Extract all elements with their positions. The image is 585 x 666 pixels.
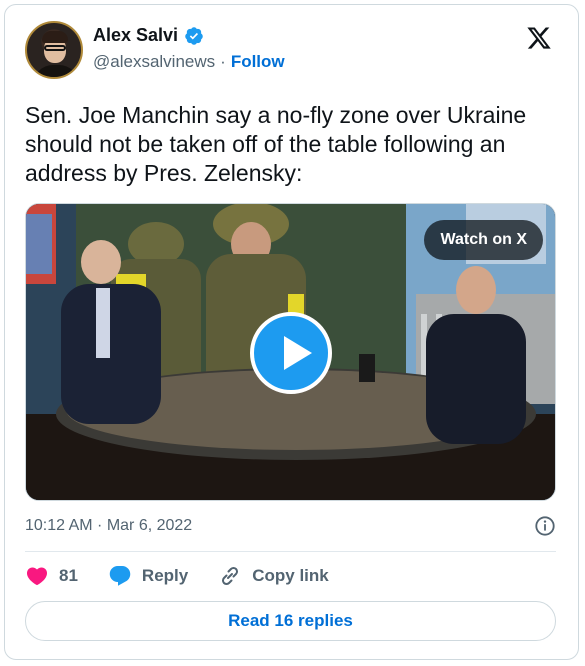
name-row: Alex Salvi xyxy=(93,25,204,46)
copy-link-button[interactable]: Copy link xyxy=(218,564,329,588)
separator-dot: · xyxy=(220,52,226,71)
tweet-meta: 10:12 AM · Mar 6, 2022 xyxy=(25,513,556,539)
avatar-hair xyxy=(42,31,68,43)
like-count: 81 xyxy=(59,566,78,585)
verified-badge-icon xyxy=(185,26,203,45)
avatar[interactable] xyxy=(25,21,83,79)
x-logo-icon[interactable] xyxy=(526,25,552,51)
play-icon[interactable] xyxy=(250,312,332,394)
action-bar: 81 Reply Copy link xyxy=(25,561,359,591)
video-player[interactable]: Watch on X xyxy=(25,203,556,501)
divider xyxy=(25,551,556,552)
follow-button[interactable]: Follow xyxy=(231,52,285,72)
reply-label: Reply xyxy=(141,566,189,585)
avatar-shirt xyxy=(33,65,79,77)
like-button[interactable]: 81 xyxy=(25,564,78,588)
reply-bubble-icon xyxy=(109,566,131,586)
author-handle[interactable]: @alexsalvinews xyxy=(93,52,215,72)
link-icon xyxy=(222,566,239,586)
read-replies-button[interactable]: Read 16 replies xyxy=(25,601,556,641)
handle-row: @alexsalvinews · Follow xyxy=(93,52,285,72)
copy-link-label: Copy link xyxy=(252,566,329,585)
avatar-glasses xyxy=(44,45,66,51)
heart-icon xyxy=(26,567,48,586)
info-icon[interactable] xyxy=(534,515,556,537)
author-name[interactable]: Alex Salvi xyxy=(93,25,178,46)
reply-button[interactable]: Reply xyxy=(108,564,188,588)
timestamp[interactable]: 10:12 AM · Mar 6, 2022 xyxy=(25,517,192,535)
tweet-header: Alex Salvi @alexsalvinews · Follow xyxy=(25,21,562,81)
watch-on-x-button[interactable]: Watch on X xyxy=(424,220,543,260)
tweet-card: Alex Salvi @alexsalvinews · Follow Sen. … xyxy=(4,4,579,660)
tweet-text: Sen. Joe Manchin say a no-fly zone over … xyxy=(25,102,527,186)
